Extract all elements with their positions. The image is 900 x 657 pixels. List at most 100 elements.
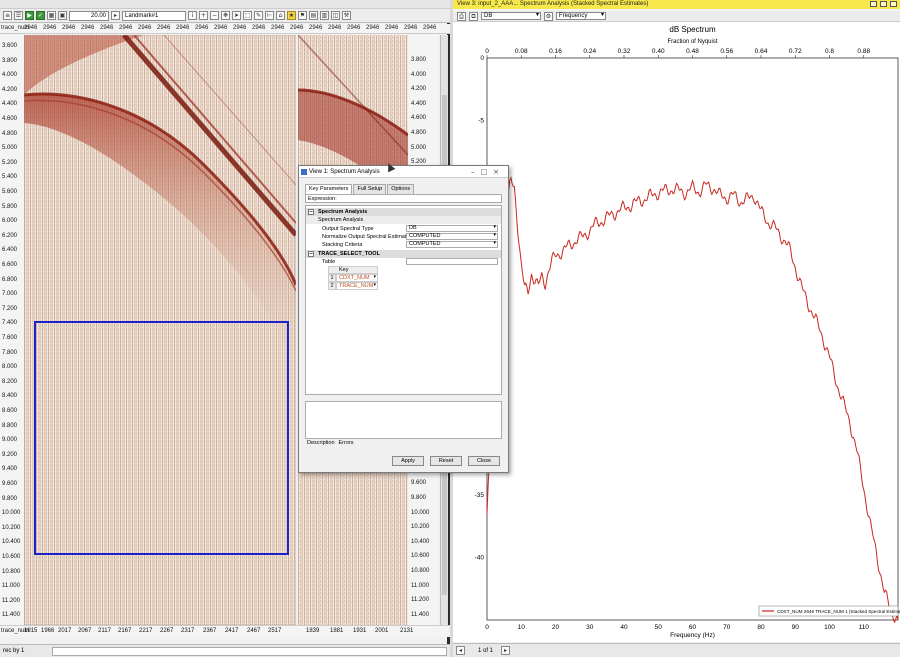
axis-select[interactable]: Frequency xyxy=(556,12,606,20)
x-tick-label: 2467 xyxy=(247,628,261,634)
y-tick-label: 5.400 xyxy=(2,174,18,181)
y-tick-label: 10.600 xyxy=(2,554,21,560)
section-spectrum-analysis[interactable]: − Spectrum Analysis xyxy=(306,208,501,216)
tab-errors[interactable]: Errors xyxy=(339,440,354,449)
x-tick-label: 1915 xyxy=(24,628,38,634)
trace-header-value: 2946 xyxy=(176,25,190,31)
right-window-title: View 3: input_2_AAA... Spectrum Analysis… xyxy=(453,0,900,9)
legend-label: CDXT_NUM 2946 TRACE_NUM 1 (Stacked Spect… xyxy=(777,609,900,614)
y-tick-label: 7.000 xyxy=(2,291,18,298)
list-icon[interactable]: ☰ xyxy=(14,11,23,20)
dialog-window-controls[interactable]: –□× xyxy=(471,166,505,178)
select-icon[interactable]: ⬚ xyxy=(243,11,252,20)
check-icon[interactable]: ✓ xyxy=(36,11,45,20)
y-tick-label: 5.800 xyxy=(2,203,18,210)
zoom-input[interactable]: 20.00 xyxy=(69,10,109,21)
top-tick-label: 0.48 xyxy=(686,48,699,55)
y-tick-label: 11.000 xyxy=(411,582,429,589)
left-window-strip xyxy=(0,0,450,9)
zoom-in-icon[interactable]: + xyxy=(199,11,208,20)
tab-description[interactable]: Description xyxy=(307,440,335,449)
key-select[interactable]: CDXT_NUM xyxy=(336,274,378,282)
normalize-select[interactable]: COMPUTED xyxy=(406,233,498,240)
grid-icon[interactable]: ▦ xyxy=(47,11,56,20)
y-tick-label: 9.800 xyxy=(411,495,427,501)
stacking-criteria-select[interactable]: COMPUTED xyxy=(406,241,498,248)
key-select[interactable]: TRACE_NUM xyxy=(336,282,378,290)
spectrum-analysis-dialog: View 1: Spectrum Analysis –□× Key Parame… xyxy=(298,165,509,473)
minimize-button[interactable] xyxy=(870,1,877,7)
apply-button[interactable]: Apply xyxy=(392,456,424,466)
status-next-icon[interactable]: ▸ xyxy=(501,646,510,655)
chart-axes xyxy=(486,55,899,621)
key-table-header: Key xyxy=(328,266,378,274)
y-tick-label: 5.000 xyxy=(2,145,18,152)
x-tick-label: 2317 xyxy=(181,628,195,634)
close-window-button[interactable] xyxy=(890,1,897,7)
star-icon[interactable]: ★ xyxy=(287,11,296,20)
close-button[interactable]: Close xyxy=(468,456,500,466)
trace-header-value: 2946 xyxy=(119,25,133,31)
spectral-type-select[interactable]: DB xyxy=(481,12,541,20)
play-icon[interactable]: ▶ xyxy=(25,11,34,20)
y-tick-label: 10.800 xyxy=(411,568,430,574)
dataset-select[interactable]: Landmark#1 xyxy=(122,10,186,21)
tools-icon[interactable]: ⚒ xyxy=(342,11,351,20)
left-toolbar: ≡ ☰ ▶ ✓ ▦ ▣ 20.00 ▸ Landmark#1 i + − ✥ ➤… xyxy=(0,9,450,23)
left-status-field[interactable] xyxy=(52,647,447,656)
param-normalize: Normalize Output Spectral Estimates COMP… xyxy=(306,233,501,241)
menu-icon[interactable]: ≡ xyxy=(3,11,12,20)
top-tick-label: 0.56 xyxy=(720,48,733,55)
left-status-text: rec by 1 xyxy=(3,648,25,654)
y-tick-label: 10.000 xyxy=(411,509,430,516)
y-tick-label: 7.600 xyxy=(2,335,18,341)
print-icon[interactable]: ⎙ xyxy=(457,11,466,21)
section-trace-select-tool[interactable]: − TRACE_SELECT_TOOL xyxy=(306,250,501,258)
info-icon[interactable]: i xyxy=(188,11,197,20)
tab-key-parameters[interactable]: Key Parameters xyxy=(305,184,353,194)
maximize-button[interactable] xyxy=(880,1,887,7)
apply-zoom-icon[interactable]: ▸ xyxy=(111,11,120,20)
status-prev-icon[interactable]: ◂ xyxy=(456,646,465,655)
y-tick-label: 11.200 xyxy=(411,597,429,604)
dialog-app-icon xyxy=(301,169,307,175)
table-icon[interactable]: ▤ xyxy=(309,11,318,20)
copy-icon[interactable]: ⧉ xyxy=(469,11,478,21)
y-tick-label: 6.800 xyxy=(2,276,18,283)
y-tick-label: 8.800 xyxy=(2,422,18,429)
tab-full-setup[interactable]: Full Setup xyxy=(353,184,387,194)
y-tick-label: 4.200 xyxy=(2,86,18,93)
y-tick-label: 7.800 xyxy=(2,349,18,356)
pan-icon[interactable]: ✥ xyxy=(221,11,230,20)
options-icon[interactable]: ⚙ xyxy=(544,11,553,21)
y-tick-label: -40 xyxy=(475,555,485,562)
chart-legend: CDXT_NUM 2946 TRACE_NUM 1 (Stacked Spect… xyxy=(758,605,900,617)
pick-icon[interactable]: ✎ xyxy=(254,11,263,20)
x-tick-label: 80 xyxy=(757,624,765,631)
reset-button[interactable]: Reset xyxy=(430,456,462,466)
y-tick-label: -35 xyxy=(475,492,485,499)
arrow-icon[interactable]: ➤ xyxy=(232,11,241,20)
flag-icon[interactable]: ⚑ xyxy=(298,11,307,20)
y-tick-label: 8.000 xyxy=(2,364,18,371)
layers-icon[interactable]: ◫ xyxy=(331,11,340,20)
spectrum-chart[interactable]: 01020304050607080901001100-5-10-15-20-25… xyxy=(453,22,900,642)
trace-header-value: 2946 xyxy=(385,25,399,31)
ruler-icon[interactable]: ⊢ xyxy=(265,11,274,20)
collapse-icon[interactable]: − xyxy=(308,209,314,215)
home-icon[interactable]: ⌂ xyxy=(276,11,285,20)
view-icon[interactable]: ▣ xyxy=(58,11,67,20)
y-tick-label: 4.400 xyxy=(2,101,18,108)
table-field[interactable] xyxy=(406,258,498,265)
zoom-out-icon[interactable]: − xyxy=(210,11,219,20)
collapse-icon[interactable]: − xyxy=(308,251,314,257)
spectrum-chart-area[interactable]: 01020304050607080901001100-5-10-15-20-25… xyxy=(453,22,900,642)
trace-header-value: 2946 xyxy=(195,25,209,31)
expression-field[interactable]: Expression: xyxy=(305,194,502,203)
tab-options[interactable]: Options xyxy=(387,184,415,194)
selection-rectangle[interactable] xyxy=(34,321,289,555)
bars-icon[interactable]: ▥ xyxy=(320,11,329,20)
trace-header-value: 2946 xyxy=(309,25,323,31)
dialog-title-text: View 1: Spectrum Analysis xyxy=(309,169,380,175)
output-spectral-type-select[interactable]: DB xyxy=(406,225,498,232)
